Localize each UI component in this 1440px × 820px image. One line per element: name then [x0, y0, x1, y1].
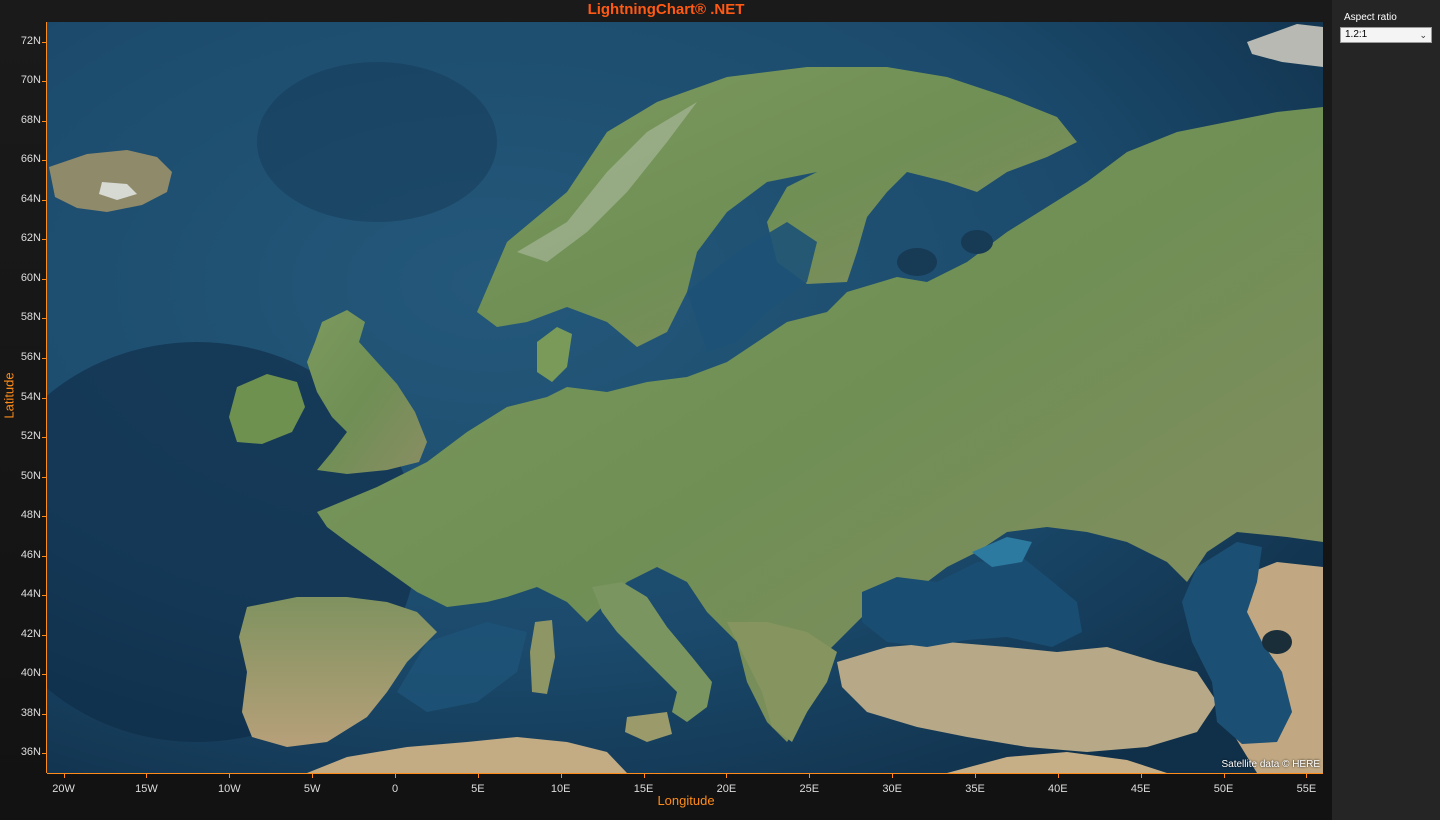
x-tick-mark	[643, 773, 645, 778]
y-tick-label: 44N	[20, 588, 41, 601]
x-tick-mark	[477, 773, 479, 778]
aspect-ratio-select[interactable]: 1.2:1 ⌄	[1340, 27, 1432, 43]
x-tick-mark	[229, 773, 231, 778]
x-tick-label: 15W	[135, 783, 158, 795]
y-tick-label: 68N	[20, 113, 41, 126]
y-tick-label: 36N	[20, 746, 41, 759]
aspect-ratio-value: 1.2:1	[1345, 29, 1368, 40]
map-attribution: Satellite data © HERE	[1221, 759, 1320, 770]
x-tick-label: 45E	[1130, 783, 1151, 795]
x-tick-mark	[63, 773, 65, 778]
y-tick-mark	[42, 357, 47, 359]
x-tick-label: 40E	[1048, 783, 1068, 795]
y-tick-label: 72N	[20, 34, 41, 47]
y-tick-mark	[42, 397, 47, 399]
y-tick-label: 58N	[20, 311, 41, 324]
chart-title: LightningChart® .NET	[587, 1, 745, 18]
x-tick-label: 5W	[303, 783, 321, 795]
y-tick-label: 56N	[20, 350, 41, 363]
y-tick-label: 70N	[20, 74, 41, 87]
y-tick-label: 60N	[20, 271, 41, 284]
y-tick-mark	[42, 437, 47, 439]
x-tick-mark	[809, 773, 811, 778]
x-tick-mark	[975, 773, 976, 778]
y-tick-label: 64N	[20, 192, 41, 205]
x-tick-label: 20E	[716, 783, 737, 795]
x-tick-label: 0	[391, 783, 399, 795]
x-tick-mark	[726, 773, 728, 778]
x-axis-line	[47, 773, 1323, 774]
y-tick-mark	[42, 753, 47, 755]
y-tick-label: 54N	[20, 390, 41, 403]
x-tick-mark	[395, 773, 396, 778]
y-tick-mark	[42, 278, 47, 280]
x-tick-mark	[1140, 773, 1142, 778]
y-tick-label: 42N	[20, 627, 41, 640]
y-tick-mark	[42, 595, 47, 597]
y-tick-mark	[42, 199, 47, 201]
chevron-down-icon: ⌄	[1419, 30, 1427, 40]
y-tick-mark	[42, 555, 47, 557]
settings-panel: Aspect ratio 1.2:1 ⌄	[1332, 0, 1440, 820]
x-tick-label: 35E	[965, 783, 985, 795]
x-tick-label: 30E	[882, 783, 902, 795]
y-tick-mark	[42, 239, 47, 241]
x-tick-mark	[560, 773, 562, 778]
x-tick-label: 55E	[1296, 783, 1317, 795]
y-tick-mark	[42, 634, 47, 636]
x-tick-label: 20W	[52, 783, 75, 795]
x-tick-mark	[146, 773, 148, 778]
y-tick-label: 48N	[20, 509, 41, 522]
y-tick-label: 52N	[20, 430, 41, 443]
y-tick-mark	[42, 713, 47, 715]
x-tick-mark	[1223, 773, 1225, 778]
x-tick-label: 25E	[799, 783, 820, 795]
x-tick-mark	[892, 773, 894, 778]
y-tick-mark	[42, 318, 47, 320]
y-tick-mark	[42, 120, 47, 122]
y-tick-mark	[42, 674, 47, 676]
y-tick-mark	[42, 81, 47, 83]
y-tick-label: 62N	[20, 232, 41, 245]
x-axis-title: Longitude	[657, 793, 715, 808]
y-tick-label: 50N	[20, 469, 41, 482]
x-tick-label: 10W	[217, 783, 241, 795]
y-tick-mark	[42, 41, 47, 43]
x-tick-label: 15E	[633, 783, 654, 795]
y-tick-mark	[42, 476, 47, 478]
aspect-ratio-label: Aspect ratio	[1344, 12, 1397, 23]
y-tick-label: 38N	[20, 706, 41, 719]
x-tick-label: 5E	[471, 783, 485, 795]
x-tick-mark	[1057, 773, 1059, 778]
map-view[interactable]: Satellite data © HERE	[47, 22, 1323, 773]
y-tick-label: 66N	[20, 153, 41, 166]
chart-area: LightningChart® .NET Satellite data © HE…	[0, 0, 1332, 820]
x-tick-label: 50E	[1213, 783, 1234, 795]
y-tick-mark	[42, 160, 47, 162]
x-tick-label: 10E	[550, 783, 571, 795]
y-tick-label: 40N	[20, 667, 41, 680]
y-tick-mark	[42, 516, 47, 518]
x-tick-mark	[1306, 773, 1308, 778]
y-tick-label: 46N	[20, 548, 41, 561]
satellite-map[interactable]	[47, 22, 1323, 773]
x-tick-mark	[312, 773, 314, 778]
